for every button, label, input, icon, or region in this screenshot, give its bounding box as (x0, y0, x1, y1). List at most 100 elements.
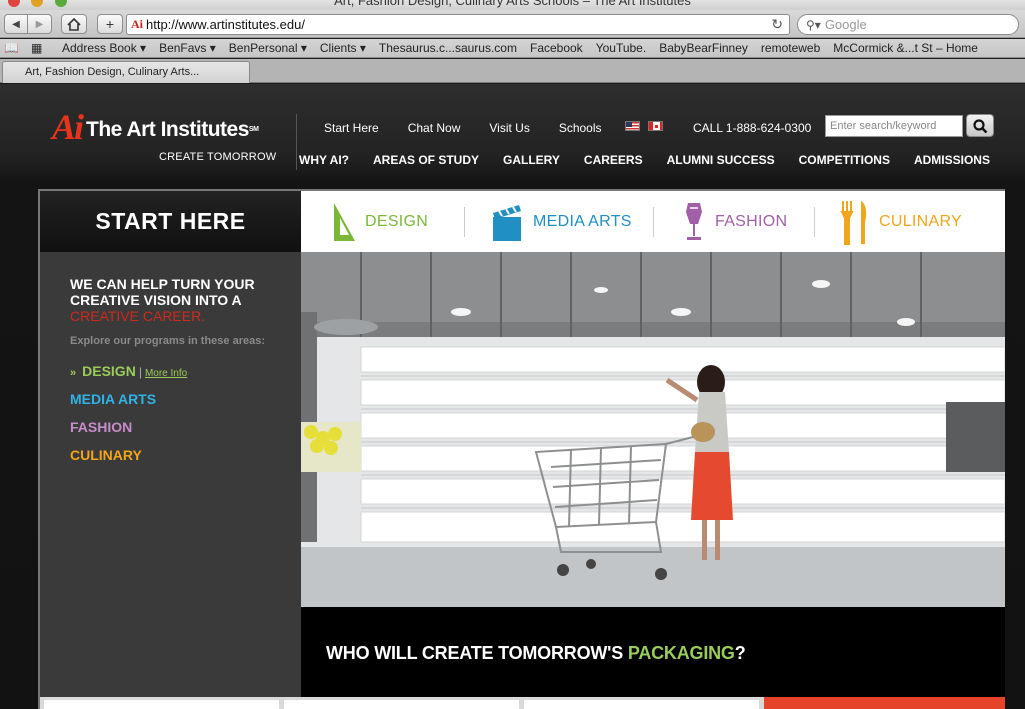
bottom-tab[interactable] (524, 700, 759, 709)
nav-admissions[interactable]: ADMISSIONS (914, 153, 990, 167)
site-search-button[interactable] (966, 114, 994, 137)
forward-button[interactable]: ▶ (28, 14, 52, 34)
design-label[interactable]: DESIGN (82, 363, 136, 379)
triangle-ruler-icon (334, 202, 355, 241)
tab-divider (653, 207, 654, 237)
site-search-input[interactable]: Enter search/keyword (825, 115, 963, 137)
dress-form-icon (686, 202, 702, 240)
bookmark-item[interactable]: Clients ▾ (320, 41, 366, 55)
tab-bar: Art, Fashion Design, Culinary Arts... (0, 59, 1025, 83)
cta-prefix: WHO WILL CREATE TOMORROW'S (326, 643, 628, 663)
start-here-heading: START HERE (40, 191, 301, 252)
tab-divider (814, 207, 815, 237)
cta-suffix: ? (734, 643, 746, 663)
logo-tagline: CREATE TOMORROW (159, 151, 277, 163)
history-buttons: ◀ ▶ (4, 14, 52, 34)
browser-tab-active[interactable]: Art, Fashion Design, Culinary Arts... (2, 61, 250, 83)
site-favicon-icon: Ai (131, 17, 143, 31)
tab-fashion[interactable]: FASHION (681, 191, 787, 252)
us-flag-icon[interactable] (625, 121, 640, 131)
bookmark-item[interactable]: Thesaurus.c...saurus.com (379, 41, 517, 55)
search-icon (973, 118, 988, 133)
bottom-tab[interactable] (284, 700, 519, 709)
logo-name-text: The Art Institutes (86, 118, 249, 141)
logo-mark: Ai (52, 107, 84, 147)
header-divider (296, 114, 297, 170)
add-bookmark-button[interactable]: + (97, 14, 123, 34)
tab-culinary-label: CULINARY (879, 212, 963, 230)
bookmark-item[interactable]: BabyBearFinney (659, 41, 748, 55)
search-magnifier-icon: ⚲▾ (806, 17, 821, 32)
tab-design[interactable]: DESIGN (331, 191, 428, 252)
more-info-link[interactable]: More Info (145, 368, 187, 379)
sidebar-item-fashion[interactable]: FASHION (70, 419, 270, 435)
utility-nav: Start Here Chat Now Visit Us Schools (324, 121, 631, 135)
bottom-tab[interactable] (44, 700, 279, 709)
fork-knife-icon (840, 200, 867, 245)
bookmark-tools: 📖 ▦ (0, 41, 62, 55)
sidebar-item-design[interactable]: » DESIGN | More Info (70, 363, 270, 379)
separator: | (138, 365, 142, 379)
chat-now-link[interactable]: Chat Now (408, 121, 461, 135)
browser-search-field[interactable]: ⚲▾ Google (797, 14, 1019, 35)
bookmark-item[interactable]: Facebook (530, 41, 583, 55)
start-here-link[interactable]: Start Here (324, 121, 379, 135)
top-sites-grid-icon[interactable]: ▦ (31, 41, 42, 55)
nav-careers[interactable]: CAREERS (584, 153, 643, 167)
logo-name: The Art InstitutesSM (86, 118, 259, 142)
bookmark-item[interactable]: BenPersonal ▾ (229, 41, 307, 55)
url-text[interactable]: http://www.artinstitutes.edu/ (146, 17, 305, 32)
address-bar[interactable]: Ai http://www.artinstitutes.edu/ ↻ (126, 14, 790, 35)
tab-divider (464, 207, 465, 237)
browser-search-placeholder: Google (824, 17, 867, 32)
headline-red: CREATIVE CAREER. (70, 308, 206, 324)
schools-link[interactable]: Schools (559, 121, 602, 135)
cta-banner[interactable]: WHO WILL CREATE TOMORROW'S PACKAGING? (301, 607, 1005, 697)
nav-areas-of-study[interactable]: AREAS OF STUDY (373, 153, 479, 167)
headline-line-1: WE CAN HELP TURN YOUR (70, 276, 255, 292)
cta-highlight: PACKAGING (627, 643, 735, 663)
window-titlebar: Art, Fashion Design, Culinary Arts Schoo… (0, 0, 1025, 10)
web-page: Ai The Art InstitutesSM CREATE TOMORROW … (0, 84, 1025, 709)
explore-text: Explore our programs in these areas: (70, 335, 266, 347)
reload-icon[interactable]: ↻ (771, 16, 783, 33)
nav-gallery[interactable]: GALLERY (503, 153, 560, 167)
tab-media-arts-label: MEDIA ARTS (533, 212, 632, 230)
tab-design-label: DESIGN (365, 212, 429, 230)
nav-alumni-success[interactable]: ALUMNI SUCCESS (667, 153, 775, 167)
bookmark-item[interactable]: BenFavs ▾ (159, 41, 216, 55)
back-button[interactable]: ◀ (4, 14, 28, 34)
tab-media-arts[interactable]: MEDIA ARTS (491, 191, 632, 252)
supermarket-scene-image (301, 252, 1005, 607)
bottom-tab-highlight[interactable] (764, 697, 1005, 709)
browser-toolbar: ◀ ▶ + Ai http://www.artinstitutes.edu/ ↻… (0, 10, 1025, 38)
sidebar-item-media-arts[interactable]: MEDIA ARTS (70, 391, 270, 407)
bookmark-item[interactable]: remoteweb (761, 41, 820, 55)
bookmark-item[interactable]: Address Book ▾ (62, 41, 146, 55)
bookmark-item[interactable]: YouTube. (596, 41, 647, 55)
tab-fashion-label: FASHION (715, 212, 788, 230)
sidebar-headline: WE CAN HELP TURN YOUR CREATIVE VISION IN… (70, 276, 270, 324)
bookmark-item[interactable]: McCormick &...t St – Home (833, 41, 978, 55)
visit-us-link[interactable]: Visit Us (489, 121, 529, 135)
hero-image[interactable] (301, 252, 1005, 607)
nav-why-ai[interactable]: WHY AI? (299, 153, 349, 167)
cta-headline: WHO WILL CREATE TOMORROW'S PACKAGING? (326, 643, 746, 664)
nav-competitions[interactable]: COMPETITIONS (799, 153, 890, 167)
reading-list-icon[interactable]: 📖 (4, 41, 19, 55)
start-here-sidebar: START HERE WE CAN HELP TURN YOUR CREATIV… (40, 191, 301, 709)
plus-icon: + (105, 16, 115, 32)
country-flags (625, 121, 671, 131)
sidebar-item-culinary[interactable]: CULINARY (70, 447, 270, 463)
service-mark: SM (248, 126, 259, 133)
canada-flag-icon[interactable] (648, 121, 663, 131)
tab-culinary[interactable]: CULINARY (839, 191, 962, 252)
start-here-module: START HERE WE CAN HELP TURN YOUR CREATIV… (38, 189, 1005, 709)
home-button[interactable] (61, 14, 87, 34)
chevron-right-icon: » (70, 367, 77, 379)
program-tabs: DESIGN MEDIA ARTS FASHION CULINARY (301, 191, 1005, 252)
sidebar-body: WE CAN HELP TURN YOUR CREATIVE VISION IN… (70, 276, 270, 463)
home-icon (67, 17, 81, 31)
forward-arrow-icon: ▶ (35, 18, 44, 30)
site-logo[interactable]: Ai The Art InstitutesSM (52, 107, 259, 147)
